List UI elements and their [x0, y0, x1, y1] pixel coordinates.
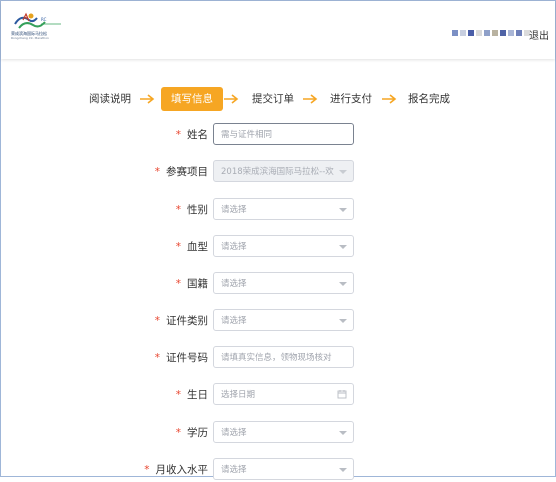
field-row-income: * 月收入水平 请选择: [0, 458, 556, 482]
user-block: [468, 30, 474, 36]
field-row-id-number: * 证件号码 请填真实信息，领物现场核对: [0, 346, 556, 370]
field-row-blood-type: * 血型 请选择: [0, 235, 556, 259]
chevron-down-icon: [339, 208, 347, 212]
user-block: [452, 30, 458, 36]
field-label: * 证件号码: [154, 352, 208, 364]
field-label: * 血型: [175, 241, 208, 253]
field-row-name: * 姓名 需与证件相同: [0, 123, 556, 147]
field-label: * 月收入水平: [144, 464, 208, 476]
field-label: * 国籍: [175, 278, 208, 290]
user-block: [460, 30, 466, 36]
nationality-select[interactable]: 请选择: [213, 272, 354, 294]
event-select: 2018荣成滨海国际马拉松--欢: [213, 160, 354, 182]
field-label: * 姓名: [175, 129, 208, 141]
field-label: * 生日: [175, 389, 208, 401]
user-block: [484, 30, 490, 36]
field-row-id-type: * 证件类别 请选择: [0, 309, 556, 333]
progress-steps: 阅读说明 填写信息 提交订单 进行支付 报名完成: [0, 87, 556, 111]
field-label: * 性别: [175, 204, 208, 216]
step-submit-order: 提交订单: [252, 93, 294, 105]
step-arrow-icon: [382, 94, 397, 104]
step-arrow-icon: [224, 94, 239, 104]
user-block: [508, 30, 514, 36]
name-input[interactable]: 需与证件相同: [213, 123, 354, 145]
chevron-down-icon: [339, 431, 347, 435]
chevron-down-icon: [339, 245, 347, 249]
chevron-down-icon: [339, 170, 347, 174]
top-header: RC 荣成滨海国际马拉松 Rongcheng Int. Marathon 退出: [1, 1, 555, 59]
logout-link[interactable]: 退出: [529, 27, 549, 42]
step-read-instructions: 阅读说明: [89, 93, 131, 105]
step-arrow-icon: [140, 94, 155, 104]
blood-type-select[interactable]: 请选择: [213, 235, 354, 257]
education-select[interactable]: 请选择: [213, 421, 354, 443]
user-block: [492, 30, 498, 36]
field-row-education: * 学历 请选择: [0, 421, 556, 445]
field-label: * 学历: [175, 427, 208, 439]
id-type-select[interactable]: 请选择: [213, 309, 354, 331]
logo-subtitle: Rongcheng Int. Marathon: [11, 36, 49, 40]
field-label: * 证件类别: [154, 315, 208, 327]
user-block: [516, 30, 522, 36]
field-row-nationality: * 国籍 请选择: [0, 272, 556, 296]
birthday-date-picker[interactable]: 选择日期: [213, 383, 354, 405]
user-block: [476, 30, 482, 36]
svg-text:RC: RC: [41, 17, 47, 22]
user-avatar-blocks: [452, 30, 530, 36]
chevron-down-icon: [339, 319, 347, 323]
calendar-icon: [337, 390, 347, 399]
step-arrow-icon: [303, 94, 318, 104]
field-row-birthday: * 生日 选择日期: [0, 383, 556, 407]
field-row-event: * 参赛项目 2018荣成滨海国际马拉松--欢: [0, 160, 556, 184]
user-block: [500, 30, 506, 36]
chevron-down-icon: [339, 282, 347, 286]
gender-select[interactable]: 请选择: [213, 198, 354, 220]
field-label: * 参赛项目: [154, 166, 208, 178]
step-complete: 报名完成: [408, 93, 450, 105]
id-number-input[interactable]: 请填真实信息，领物现场核对: [213, 346, 354, 368]
step-payment: 进行支付: [330, 93, 372, 105]
step-fill-info: 填写信息: [161, 87, 223, 111]
field-row-gender: * 性别 请选择: [0, 198, 556, 222]
chevron-down-icon: [339, 468, 347, 472]
